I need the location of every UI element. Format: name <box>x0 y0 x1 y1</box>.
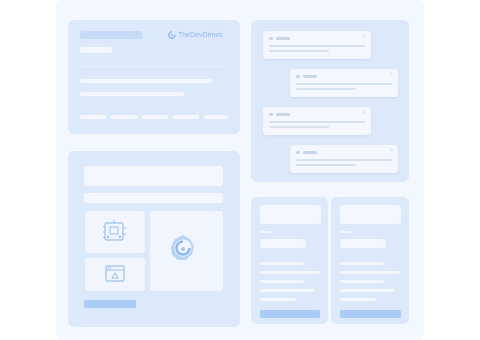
browser-window-icon <box>105 265 125 282</box>
notification-card[interactable]: × <box>263 107 371 135</box>
notification-title <box>303 75 317 78</box>
notification-line <box>269 126 329 128</box>
plan-label <box>340 231 352 233</box>
notification-icon <box>296 151 300 154</box>
header-chip <box>173 115 199 119</box>
header-chip <box>204 115 228 119</box>
close-icon[interactable]: × <box>389 148 393 154</box>
header-line <box>80 92 184 96</box>
brand-name: TheDevDenim <box>178 31 223 39</box>
close-icon[interactable]: × <box>389 72 393 78</box>
plan-price-placeholder <box>260 239 306 248</box>
header-subtitle-placeholder <box>80 47 112 53</box>
notification-title <box>276 113 290 116</box>
plan-label <box>260 231 272 233</box>
notification-line <box>296 164 356 166</box>
gallery-heading-placeholder <box>84 166 223 186</box>
plan-header-placeholder <box>260 205 321 224</box>
plan-feature-line <box>260 280 304 283</box>
notification-line <box>269 121 365 123</box>
plan-feature-line <box>340 280 384 283</box>
gallery-subheading-placeholder <box>84 193 223 203</box>
close-icon[interactable]: × <box>362 34 366 40</box>
circuit-board-icon <box>103 220 126 241</box>
notification-line <box>269 50 329 52</box>
notification-title <box>276 37 290 40</box>
notification-icon <box>296 75 300 78</box>
header-chip <box>80 115 106 119</box>
plan-price-placeholder <box>340 239 386 248</box>
header-line <box>80 79 212 83</box>
notification-line <box>296 83 392 85</box>
header-title-placeholder <box>80 31 142 39</box>
notification-line <box>296 88 356 90</box>
brand: TheDevDenim <box>168 31 223 39</box>
notification-line <box>296 159 392 161</box>
plan-feature-line <box>260 289 314 292</box>
notification-icon <box>269 37 273 40</box>
notification-card[interactable]: × <box>263 31 371 59</box>
logo-mark-icon <box>171 235 194 260</box>
notification-card[interactable]: × <box>290 145 398 173</box>
notification-icon <box>269 113 273 116</box>
notification-card[interactable]: × <box>290 69 398 97</box>
plan-feature-line <box>340 298 376 301</box>
gallery-action-button[interactable] <box>84 300 136 308</box>
plan-select-button[interactable] <box>260 310 320 318</box>
header-chip <box>142 115 168 119</box>
header-chip <box>111 115 137 119</box>
notification-line <box>269 45 365 47</box>
plan-header-placeholder <box>340 205 401 224</box>
plan-feature-line <box>340 271 400 274</box>
plan-select-button[interactable] <box>340 310 401 318</box>
notification-title <box>303 151 317 154</box>
plan-feature-line <box>260 271 320 274</box>
plan-feature-line <box>340 289 394 292</box>
close-icon[interactable]: × <box>362 110 366 116</box>
logo-icon <box>168 31 176 39</box>
plan-feature-line <box>260 298 296 301</box>
header-divider <box>80 66 228 67</box>
plan-feature-line <box>260 262 304 265</box>
plan-feature-line <box>340 262 384 265</box>
